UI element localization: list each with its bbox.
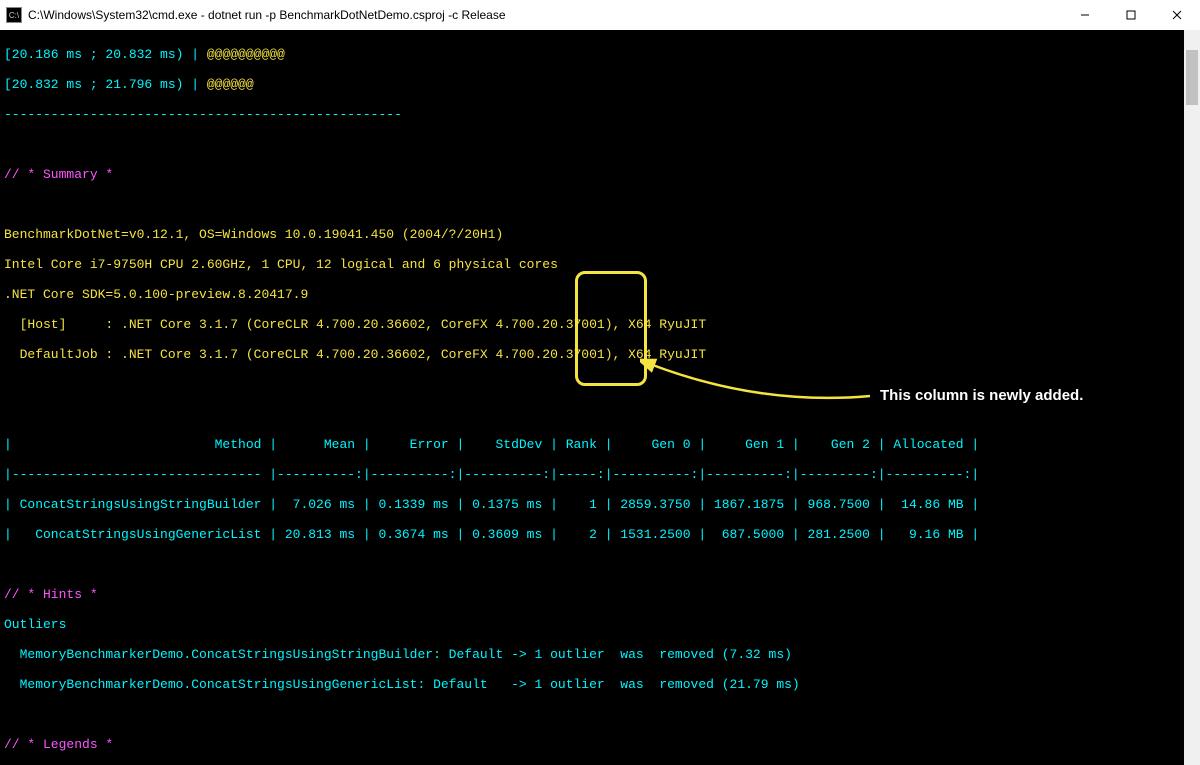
- hints-header: // * Hints *: [4, 587, 1200, 602]
- cmd-icon: C:\: [6, 7, 22, 23]
- legends-header: // * Legends *: [4, 737, 1200, 752]
- histogram-line: [20.832 ms ; 21.796 ms) |: [4, 77, 207, 92]
- histogram-line: [20.186 ms ; 20.832 ms) |: [4, 47, 207, 62]
- env-line: Intel Core i7-9750H CPU 2.60GHz, 1 CPU, …: [4, 257, 1200, 272]
- window-title: C:\Windows\System32\cmd.exe - dotnet run…: [28, 8, 506, 22]
- vertical-scrollbar[interactable]: [1184, 30, 1200, 765]
- hint-line: MemoryBenchmarkerDemo.ConcatStringsUsing…: [4, 677, 1200, 692]
- annotation-label: This column is newly added.: [880, 388, 1083, 403]
- table-row: | ConcatStringsUsingStringBuilder | 7.02…: [4, 497, 1200, 512]
- cmd-window: C:\ C:\Windows\System32\cmd.exe - dotnet…: [0, 0, 1200, 765]
- table-row: | ConcatStringsUsingGenericList | 20.813…: [4, 527, 1200, 542]
- hint-line: MemoryBenchmarkerDemo.ConcatStringsUsing…: [4, 647, 1200, 662]
- titlebar[interactable]: C:\ C:\Windows\System32\cmd.exe - dotnet…: [0, 0, 1200, 30]
- histogram-bar: @@@@@@: [207, 77, 254, 92]
- window-controls: [1062, 0, 1200, 30]
- table-header: | Method | Mean | Error | StdDev | Rank …: [4, 437, 1200, 452]
- env-line: [Host] : .NET Core 3.1.7 (CoreCLR 4.700.…: [4, 317, 1200, 332]
- titlebar-left: C:\ C:\Windows\System32\cmd.exe - dotnet…: [6, 7, 506, 23]
- outliers-label: Outliers: [4, 617, 1200, 632]
- histogram-bar: @@@@@@@@@@: [207, 47, 285, 62]
- env-line: BenchmarkDotNet=v0.12.1, OS=Windows 10.0…: [4, 227, 1200, 242]
- close-button[interactable]: [1154, 0, 1200, 30]
- minimize-button[interactable]: [1062, 0, 1108, 30]
- maximize-button[interactable]: [1108, 0, 1154, 30]
- table-separator: |-------------------------------- |-----…: [4, 467, 1200, 482]
- env-line: .NET Core SDK=5.0.100-preview.8.20417.9: [4, 287, 1200, 302]
- terminal-body[interactable]: [20.186 ms ; 20.832 ms) | @@@@@@@@@@ [20…: [0, 30, 1200, 765]
- divider-line: ----------------------------------------…: [4, 107, 1200, 122]
- scrollbar-thumb[interactable]: [1186, 50, 1198, 105]
- summary-header: // * Summary *: [4, 167, 1200, 182]
- env-line: DefaultJob : .NET Core 3.1.7 (CoreCLR 4.…: [4, 347, 1200, 362]
